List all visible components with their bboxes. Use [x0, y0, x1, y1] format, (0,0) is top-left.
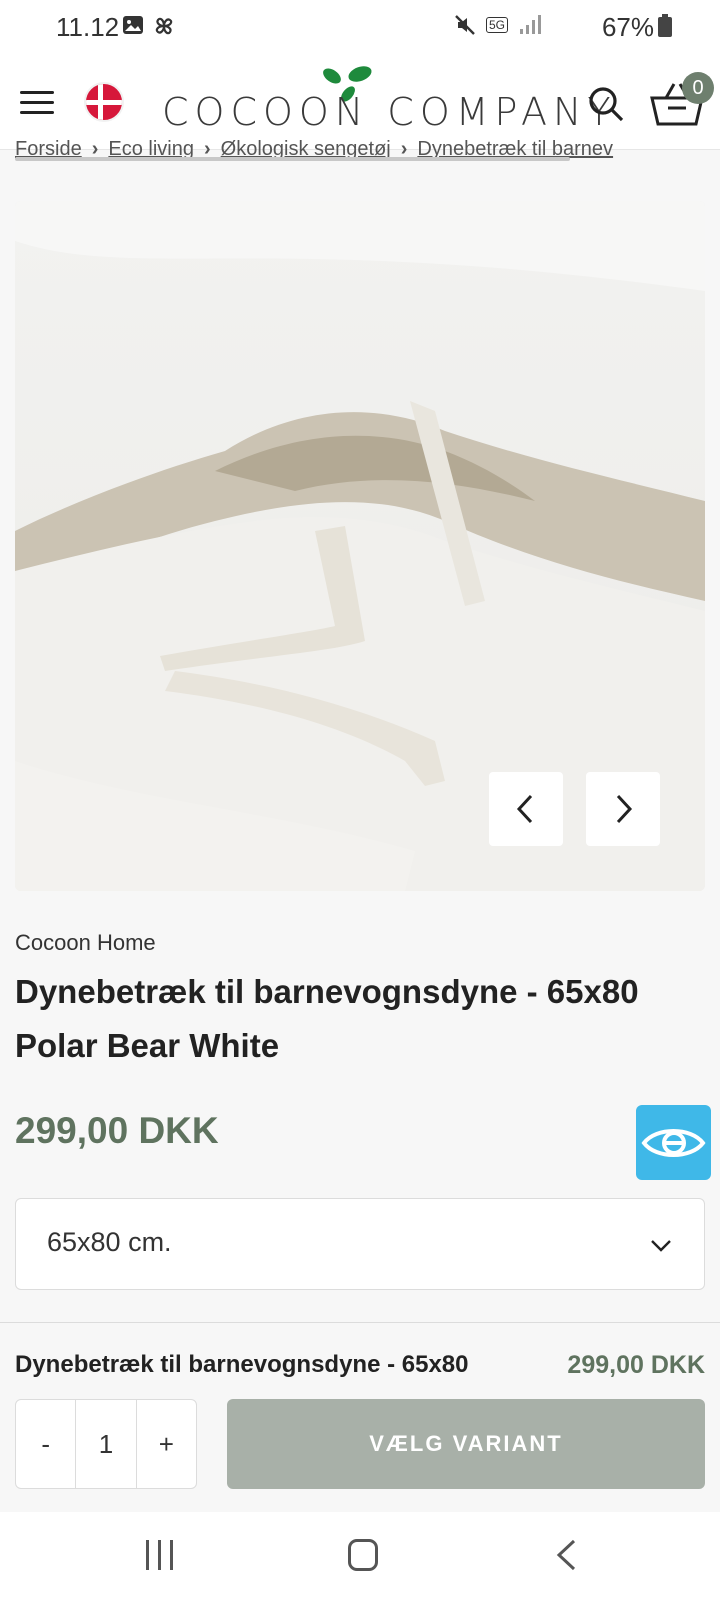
back-icon[interactable] — [554, 1538, 578, 1572]
product-brand[interactable]: Cocoon Home — [15, 930, 156, 956]
previous-image-button[interactable] — [489, 772, 563, 846]
select-variant-button[interactable]: VÆLG VARIANT — [227, 1399, 705, 1489]
quantity-increase-button[interactable]: + — [137, 1400, 196, 1488]
status-right-icons: 5G — [454, 14, 542, 36]
sticky-product-price: 299,00 DKK — [567, 1351, 705, 1379]
status-time: 11.12 — [56, 12, 120, 42]
quantity-stepper: - 1 + — [15, 1399, 197, 1489]
battery-percentage: 67% — [601, 12, 654, 42]
gallery-icon — [123, 16, 143, 34]
quantity-input[interactable]: 1 — [75, 1400, 137, 1488]
site-logo[interactable]: COCOON COMPANY — [162, 90, 617, 134]
recent-apps-icon[interactable] — [146, 1540, 178, 1570]
network-type: 5G — [485, 17, 508, 33]
product-price: 299,00 DKK — [15, 1110, 219, 1151]
pinwheel-icon — [155, 17, 173, 35]
next-image-button[interactable] — [586, 772, 660, 846]
chevron-down-icon — [651, 1240, 671, 1252]
variant-select[interactable]: 65x80 cm. — [15, 1198, 705, 1290]
quantity-decrease-button[interactable]: - — [16, 1400, 75, 1488]
site-header: COCOON COMPANY 0 — [0, 52, 720, 150]
denmark-flag-icon[interactable] — [84, 82, 124, 122]
cart-count-badge[interactable]: 0 — [682, 72, 714, 104]
hamburger-menu-icon[interactable] — [20, 91, 54, 115]
system-navigation-bar — [0, 1512, 720, 1600]
e-mark-badge[interactable] — [636, 1105, 711, 1180]
variant-selected-value: 65x80 cm. — [47, 1227, 172, 1257]
status-bar: 11.12 5G 67% — [0, 0, 720, 52]
home-icon[interactable] — [348, 1539, 378, 1571]
product-title: Dynebetræk til barnevognsdyne - 65x80 Po… — [15, 973, 639, 1064]
battery-icon — [658, 14, 672, 37]
eye-icon — [641, 1129, 706, 1157]
status-left-icons — [122, 14, 176, 38]
mute-icon — [455, 15, 475, 35]
sticky-add-to-cart-bar: Dynebetræk til barnevognsdyne - 65x80 29… — [0, 1322, 720, 1512]
search-icon[interactable] — [586, 84, 626, 124]
signal-icon — [520, 15, 541, 34]
breadcrumb-scrollbar[interactable] — [15, 157, 570, 161]
sticky-product-title: Dynebetræk til barnevognsdyne - 65x80 — [15, 1351, 469, 1378]
